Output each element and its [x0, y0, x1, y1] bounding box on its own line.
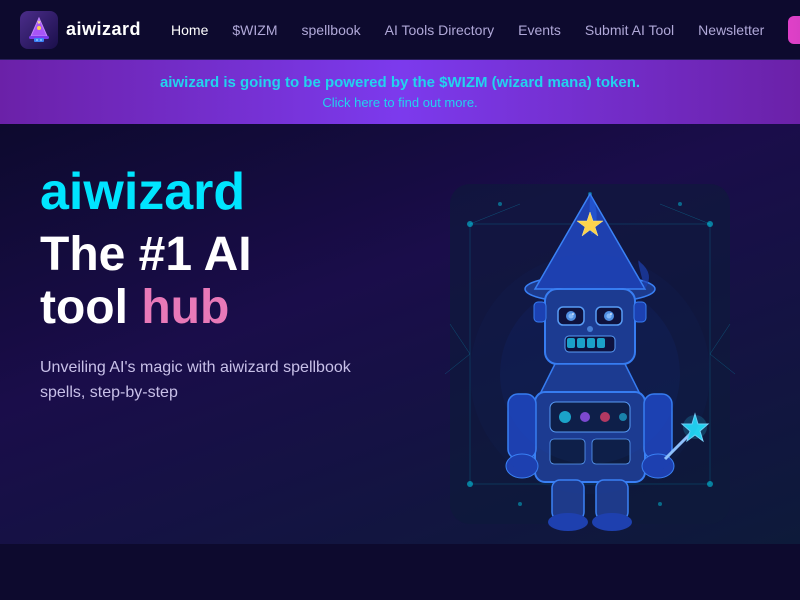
nav-item-newsletter[interactable]: Newsletter: [698, 22, 764, 38]
nav-item-ai-tools-directory[interactable]: AI Tools Directory: [385, 22, 494, 38]
tagline-white-1: The #1 AI: [40, 228, 252, 281]
hero-tagline-line1: The #1 AI: [40, 229, 420, 282]
logo-icon: [20, 11, 58, 49]
nav-item-events[interactable]: Events: [518, 22, 561, 38]
nav-item-home[interactable]: Home: [171, 22, 208, 38]
robot-illustration: [440, 174, 740, 534]
main-nav: Home $WIZM spellbook AI Tools Directory …: [171, 16, 800, 44]
hero-content: aiwizard The #1 AI tool hub Unveiling AI…: [40, 164, 420, 406]
hero-illustration: [420, 164, 760, 544]
hero-brand: aiwizard: [40, 164, 420, 221]
promo-banner[interactable]: aiwizard is going to be powered by the $…: [0, 60, 800, 124]
hero-section: aiwizard The #1 AI tool hub Unveiling AI…: [0, 124, 800, 544]
nav-item-spellbook[interactable]: spellbook: [302, 22, 361, 38]
hero-description: Unveiling AI's magic with aiwizard spell…: [40, 355, 380, 406]
tagline-pink-2: hub: [141, 281, 229, 334]
nav-item-affiliate[interactable]: Affiliate: [788, 16, 800, 44]
nav-item-wizm[interactable]: $WIZM: [232, 22, 277, 38]
nav-item-submit-ai-tool[interactable]: Submit AI Tool: [585, 22, 674, 38]
robot-container: [440, 174, 740, 534]
banner-text-highlight: $WIZM (wizard mana) token.: [439, 74, 640, 91]
banner-main-text: aiwizard is going to be powered by the $…: [20, 74, 780, 91]
logo-text: aiwizard: [66, 19, 141, 40]
banner-cta[interactable]: Click here to find out more.: [20, 95, 780, 110]
site-header: aiwizard Home $WIZM spellbook AI Tools D…: [0, 0, 800, 60]
hero-tagline-line2: tool hub: [40, 282, 420, 335]
logo-link[interactable]: aiwizard: [20, 11, 141, 49]
tagline-white-2: tool: [40, 281, 128, 334]
banner-text-before: aiwizard is going to be powered by the: [160, 74, 439, 91]
